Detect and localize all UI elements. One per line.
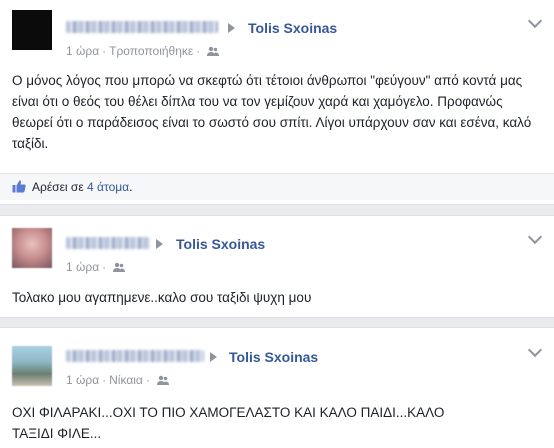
friends-audience-icon[interactable] — [156, 375, 169, 385]
recipient-link[interactable]: Tolis Sxoinas — [229, 349, 318, 365]
post-text: Ο μόνος λόγος που μπορώ να σκεφτώ ότι τέ… — [12, 73, 532, 151]
likes-suffix: . — [129, 180, 133, 194]
likes-count-link[interactable]: 4 άτομα — [87, 180, 129, 194]
likes-prefix: Αρέσει σε — [32, 180, 84, 194]
friends-audience-icon[interactable] — [207, 46, 220, 56]
post-meta: 1 ώρα · Τροποποιήθηκε · — [66, 43, 220, 58]
arrow-right-icon — [156, 239, 163, 249]
friends-audience-icon[interactable] — [113, 262, 126, 272]
avatar[interactable] — [12, 10, 52, 50]
arrow-right-icon — [228, 23, 235, 33]
post-meta: 1 ώρα · Νίκαια · — [66, 372, 169, 387]
separator-dot: · — [102, 259, 107, 274]
separator-dot: · — [145, 372, 150, 387]
post-meta: 1 ώρα · — [66, 259, 126, 274]
post-card: Tolis Sxoinas 1 ώρα · Νίκαια · ΟΧΙ ΦΙΛΑΡΑΚΙ… — [0, 327, 554, 448]
post-card: Tolis Sxoinas 1 ώρα · Τροποποιήθηκε · Ο μόν… — [0, 0, 554, 205]
separator-dot: · — [102, 43, 107, 58]
location-link[interactable]: Νίκαια — [109, 373, 143, 387]
author-name-blurred[interactable] — [66, 237, 150, 249]
post-text: ΟΧΙ ΦΙΛΑΡΑΚΙ...ΟΧΙ ΤΟ ΠΙΟ ΧΑΜΟΓΕΛΑΣΤΟ ΚΑ… — [12, 405, 445, 441]
timestamp[interactable]: 1 ώρα — [66, 44, 99, 58]
thumbs-up-icon — [12, 180, 26, 193]
arrow-right-icon — [210, 352, 217, 362]
recipient-link[interactable]: Tolis Sxoinas — [176, 236, 265, 252]
likes-bar: Αρέσει σε 4 άτομα. — [0, 173, 554, 200]
chevron-down-icon[interactable] — [527, 229, 543, 245]
post-text: Τολακο μου αγαπημενε..καλο σου ταξιδι ψυ… — [12, 290, 312, 305]
timestamp[interactable]: 1 ώρα — [66, 373, 99, 387]
avatar[interactable] — [12, 346, 52, 386]
edited-label[interactable]: Τροποποιήθηκε — [109, 44, 193, 58]
avatar[interactable] — [12, 228, 52, 268]
author-name-blurred[interactable] — [66, 350, 204, 362]
recipient-link[interactable]: Tolis Sxoinas — [248, 20, 337, 36]
separator-dot: · — [196, 43, 201, 58]
separator-dot: · — [102, 372, 107, 387]
timestamp[interactable]: 1 ώρα — [66, 260, 99, 274]
chevron-down-icon[interactable] — [527, 13, 543, 29]
post-card: Tolis Sxoinas 1 ώρα · Τολακο μου αγαπημεν… — [0, 215, 554, 318]
chevron-down-icon[interactable] — [527, 342, 543, 358]
author-name-blurred[interactable] — [66, 21, 218, 33]
